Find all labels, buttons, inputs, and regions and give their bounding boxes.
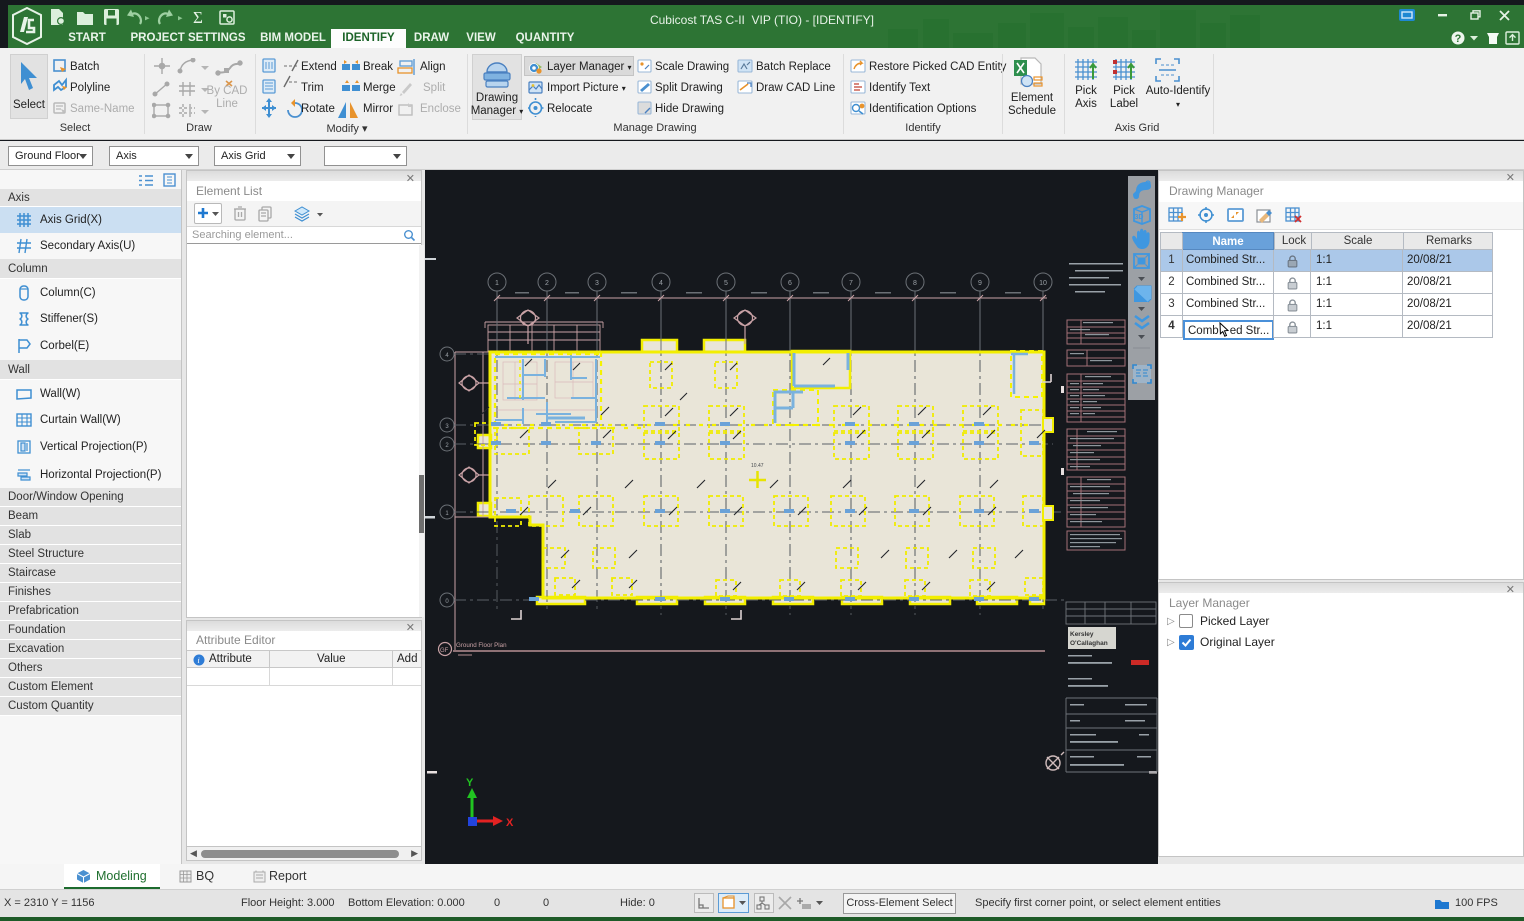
svg-text:4: 4 <box>445 353 449 359</box>
svg-text:4: 4 <box>659 280 663 287</box>
svg-text:1: 1 <box>445 511 449 517</box>
svg-text:3: 3 <box>595 280 599 287</box>
svg-text:O'Callaghan: O'Callaghan <box>1070 640 1108 647</box>
svg-text:9: 9 <box>978 280 982 287</box>
svg-text:Kersley: Kersley <box>1070 631 1094 638</box>
svg-text:?: ? <box>1455 33 1462 45</box>
svg-text:8: 8 <box>913 280 917 287</box>
svg-text:7: 7 <box>849 280 853 287</box>
svg-text:Y: Y <box>466 777 474 789</box>
svg-text:1: 1 <box>495 280 499 287</box>
svg-text:10: 10 <box>1039 280 1047 287</box>
svg-text:GF: GF <box>440 648 449 654</box>
svg-text:6: 6 <box>788 280 792 287</box>
svg-text:2: 2 <box>445 443 449 449</box>
svg-text:Ground Floor Plan: Ground Floor Plan <box>456 642 507 649</box>
svg-text:10.47: 10.47 <box>751 463 764 469</box>
svg-text:2: 2 <box>545 280 549 287</box>
svg-text:X: X <box>506 817 514 829</box>
svg-text:0: 0 <box>445 599 449 605</box>
svg-text:3D: 3D <box>1135 214 1144 221</box>
svg-text:3: 3 <box>445 424 449 430</box>
svg-text:5: 5 <box>724 280 728 287</box>
